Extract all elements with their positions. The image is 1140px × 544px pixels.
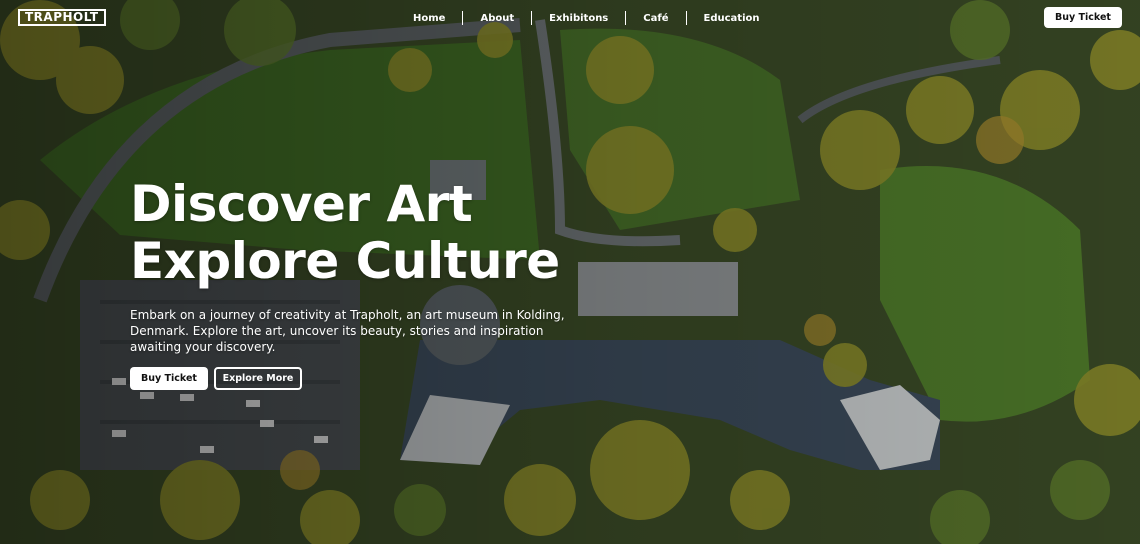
nav-education[interactable]: Education — [687, 12, 777, 25]
headline-line-2: Explore Culture — [130, 232, 560, 290]
headline-line-1: Discover Art — [130, 175, 473, 233]
main-nav: Home About Exhibitons Café Education — [396, 11, 776, 25]
hero-section: TRAPHOLT Home About Exhibitons Café Educ… — [0, 0, 1140, 544]
trapholt-logo[interactable]: TRAPHOLT — [18, 9, 106, 26]
hero-description: Embark on a journey of creativity at Tra… — [130, 308, 565, 354]
nav-cafe[interactable]: Café — [626, 12, 685, 25]
nav-about[interactable]: About — [463, 12, 531, 25]
buy-ticket-button[interactable]: Buy Ticket — [130, 367, 208, 390]
hero-content: Discover Art Explore Culture Embark on a… — [130, 176, 690, 390]
hero-headline: Discover Art Explore Culture — [130, 176, 690, 290]
nav-home[interactable]: Home — [396, 12, 462, 25]
hero-cta-group: Buy Ticket Explore More — [130, 367, 690, 390]
site-header: TRAPHOLT Home About Exhibitons Café Educ… — [0, 0, 1140, 36]
nav-exhibitions[interactable]: Exhibitons — [532, 12, 625, 25]
explore-more-button[interactable]: Explore More — [214, 367, 302, 390]
header-buy-ticket-button[interactable]: Buy Ticket — [1044, 7, 1122, 28]
